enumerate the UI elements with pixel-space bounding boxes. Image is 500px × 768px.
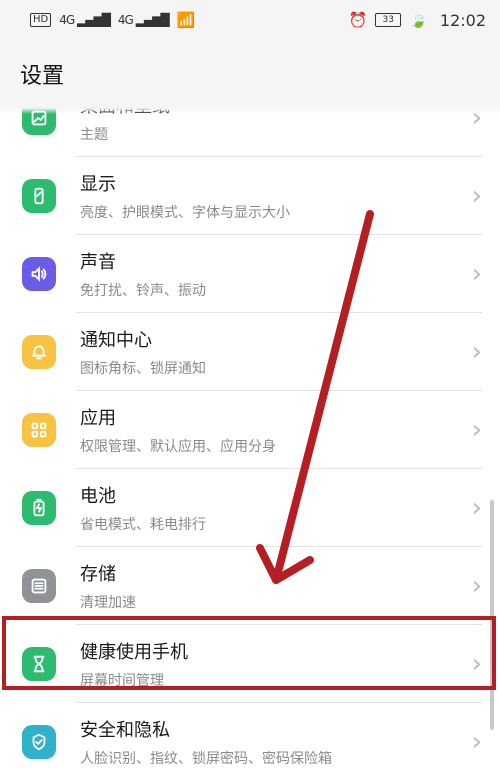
settings-item-title: 声音	[80, 252, 116, 273]
settings-item-security-privacy[interactable]: 安全和隐私 人脸识别、指纹、锁屏密码、密码保险箱 ›	[0, 703, 500, 768]
settings-item-text: 存储 清理加速	[80, 560, 454, 612]
chevron-right-icon: ›	[471, 727, 482, 757]
chevron-right-icon: ›	[471, 181, 482, 211]
highlight-box	[2, 616, 496, 690]
status-right-group: ⏰ 33 🍃 12:02	[349, 11, 486, 30]
settings-item-subtitle: 人脸识别、指纹、锁屏密码、密码保险箱	[80, 751, 332, 767]
page-title: 设置	[20, 64, 65, 89]
settings-item-storage[interactable]: 存储 清理加速 ›	[0, 547, 500, 625]
settings-item-apps[interactable]: 应用 权限管理、默认应用、应用分身 ›	[0, 391, 500, 469]
eco-leaf-icon: 🍃	[409, 11, 428, 29]
status-left-group: HD 4G ▂▄▆█ 4G ▂▄▆█ 📶	[30, 11, 195, 29]
signal-strength-1: 4G ▂▄▆█	[59, 13, 111, 27]
chevron-right-icon: ›	[471, 493, 482, 523]
settings-item-title: 桌面和壁纸	[80, 108, 454, 118]
network-type-2: 4G	[117, 13, 134, 27]
shield-icon	[22, 725, 56, 759]
desktop-icon	[22, 108, 56, 135]
signal-bars-icon-2: ▂▄▆█	[135, 13, 170, 27]
settings-item-desktop-wallpaper[interactable]: 桌面和壁纸 主题 ›	[0, 108, 500, 157]
scrollbar[interactable]	[490, 500, 494, 730]
notification-bell-icon	[22, 335, 56, 369]
chevron-right-icon: ›	[471, 108, 482, 133]
settings-item-subtitle: 权限管理、默认应用、应用分身	[80, 439, 276, 455]
wifi-icon: 📶	[176, 11, 196, 29]
settings-item-sound[interactable]: 声音 免打扰、铃声、振动 ›	[0, 235, 500, 313]
settings-item-notification-center[interactable]: 通知中心 图标角标、锁屏通知 ›	[0, 313, 500, 391]
storage-icon	[22, 569, 56, 603]
settings-item-title: 应用	[80, 408, 116, 429]
battery-icon	[22, 491, 56, 525]
chevron-right-icon: ›	[471, 337, 482, 367]
chevron-right-icon: ›	[471, 259, 482, 289]
settings-item-display[interactable]: 显示 亮度、护眼模式、字体与显示大小 ›	[0, 157, 500, 235]
display-icon	[22, 179, 56, 213]
signal-strength-2: 4G ▂▄▆█	[117, 13, 170, 27]
settings-item-text: 声音 免打扰、铃声、振动	[80, 248, 454, 300]
settings-item-text: 桌面和壁纸 主题	[80, 108, 454, 144]
settings-item-text: 应用 权限管理、默认应用、应用分身	[80, 404, 454, 456]
settings-item-subtitle: 省电模式、耗电排行	[80, 517, 206, 533]
settings-item-text: 电池 省电模式、耗电排行	[80, 482, 454, 534]
network-type-1: 4G	[59, 13, 75, 27]
settings-item-title: 存储	[80, 564, 116, 585]
battery-level: 33	[375, 13, 402, 27]
settings-item-title: 显示	[80, 174, 116, 195]
settings-item-title: 电池	[80, 486, 116, 507]
settings-item-text: 安全和隐私 人脸识别、指纹、锁屏密码、密码保险箱	[80, 716, 454, 768]
clock: 12:02	[439, 10, 486, 30]
chevron-right-icon: ›	[471, 571, 482, 601]
settings-item-subtitle: 图标角标、锁屏通知	[80, 361, 206, 377]
settings-item-subtitle: 亮度、护眼模式、字体与显示大小	[80, 205, 290, 221]
settings-item-subtitle: 清理加速	[80, 595, 136, 611]
chevron-right-icon: ›	[471, 415, 482, 445]
alarm-icon: ⏰	[348, 11, 368, 29]
settings-item-subtitle: 免打扰、铃声、振动	[80, 283, 206, 299]
signal-bars-icon-1: ▂▄▆█	[77, 13, 111, 27]
settings-item-text: 通知中心 图标角标、锁屏通知	[80, 326, 454, 378]
hd-badge: HD	[30, 13, 52, 27]
settings-item-battery[interactable]: 电池 省电模式、耗电排行 ›	[0, 469, 500, 547]
apps-grid-icon	[22, 413, 56, 447]
settings-item-title: 通知中心	[80, 330, 152, 351]
settings-item-subtitle: 主题	[80, 127, 108, 143]
sound-icon	[22, 257, 56, 291]
status-bar: HD 4G ▂▄▆█ 4G ▂▄▆█ 📶 ⏰ 33 🍃 12:02	[0, 0, 500, 40]
settings-item-title: 安全和隐私	[80, 720, 170, 741]
settings-item-text: 显示 亮度、护眼模式、字体与显示大小	[80, 170, 454, 222]
